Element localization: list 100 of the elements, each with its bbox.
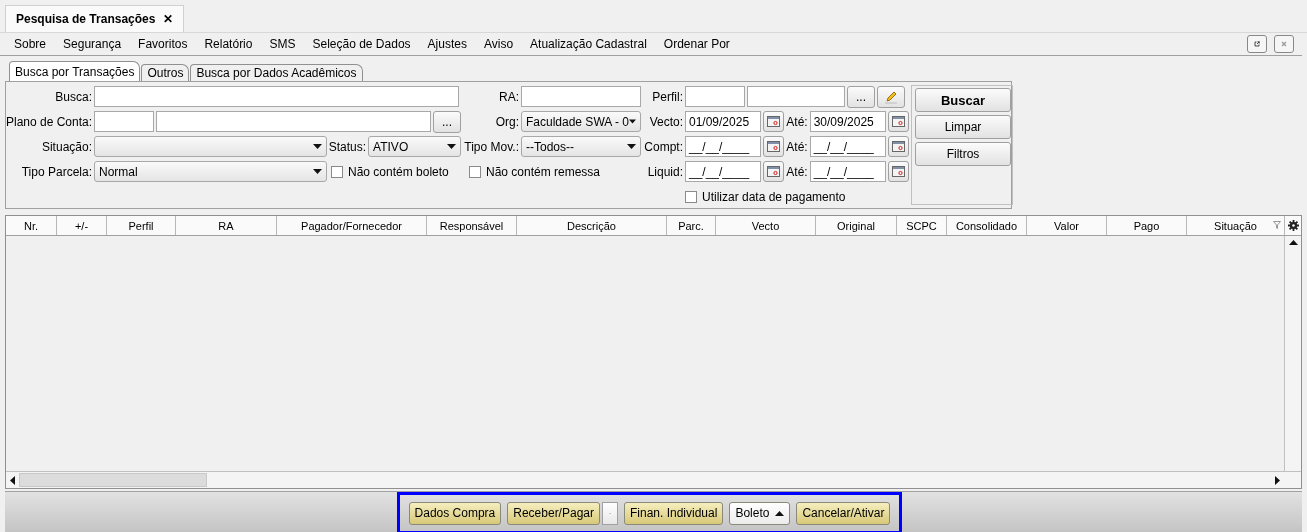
column-header[interactable]: SCPC (897, 216, 947, 235)
calendar-button[interactable] (763, 111, 785, 132)
tab[interactable]: Busca por Dados Acadêmicos (190, 64, 363, 81)
column-header[interactable]: Vecto (716, 216, 816, 235)
dropdown[interactable]: ATIVO (368, 136, 461, 157)
column-header[interactable]: Responsável (427, 216, 517, 235)
field-label: Compt: (643, 139, 684, 154)
checkbox[interactable] (685, 190, 697, 203)
menu-item[interactable]: Ordenar Por (663, 37, 730, 51)
column-header[interactable]: Parc. (667, 216, 716, 235)
field-label: Perfil: (651, 89, 684, 104)
action-button[interactable]: Finan. Individual (624, 501, 724, 525)
calendar-icon (892, 141, 906, 152)
menu-item[interactable]: Relatório (204, 37, 253, 51)
dropdown[interactable]: Faculdade SWA - 0 (521, 111, 641, 132)
action-button[interactable]: Buscar (915, 88, 1011, 112)
calendar-button[interactable] (763, 161, 785, 182)
dropdown-button[interactable] (602, 501, 618, 525)
field-label: Plano de Conta: (6, 114, 94, 129)
dropdown[interactable]: --Todos-- (521, 136, 641, 157)
checkbox[interactable] (331, 165, 343, 178)
calendar-icon (767, 141, 781, 152)
column-header[interactable]: Situação (1187, 216, 1285, 235)
scroll-left-icon[interactable] (10, 475, 15, 485)
action-button[interactable]: Limpar (915, 115, 1011, 139)
field-label: Vecto: (648, 114, 684, 129)
dropdown[interactable] (94, 136, 327, 157)
action-button[interactable]: Cancelar/Ativar (796, 501, 891, 525)
calendar-button[interactable] (888, 136, 909, 157)
filter-icon[interactable] (1273, 221, 1281, 229)
text-field[interactable] (94, 86, 459, 107)
field-label: Até: (786, 114, 808, 129)
menu-item[interactable]: Favoritos (138, 37, 188, 51)
text-field[interactable] (156, 111, 431, 132)
caret-icon (447, 144, 456, 149)
scroll-right-icon[interactable] (1275, 475, 1280, 485)
field-label: Tipo Mov.: (463, 139, 520, 154)
text-field[interactable] (94, 111, 154, 132)
action-button[interactable]: Filtros (915, 142, 1011, 166)
field-label: RA: (498, 89, 520, 104)
column-header[interactable]: Pagador/Fornecedor (277, 216, 427, 235)
window-tab[interactable]: Pesquisa de Transações ✕ (5, 5, 185, 32)
column-header[interactable]: Pago (1107, 216, 1187, 235)
edit-button[interactable] (877, 85, 905, 108)
action-button[interactable]: Receber/Pagar (507, 501, 600, 525)
menu-item[interactable]: Segurança (63, 37, 122, 51)
field-label: Tipo Parcela: (20, 164, 93, 179)
column-header[interactable]: Original (816, 216, 897, 235)
field-label: Até: (786, 164, 808, 179)
caret-icon (628, 119, 636, 124)
column-header[interactable]: RA (176, 216, 277, 235)
column-header[interactable]: Valor (1027, 216, 1107, 235)
text-field[interactable] (685, 86, 745, 107)
tab[interactable]: Outros (141, 64, 190, 81)
calendar-icon (767, 166, 781, 177)
checkbox[interactable] (469, 165, 481, 178)
close-icon[interactable]: ✕ (163, 12, 174, 26)
text-field[interactable] (747, 86, 845, 107)
field-label: Org: (494, 114, 520, 129)
menu-item[interactable]: Seleção de Dados (312, 37, 411, 51)
field-label: Status: (328, 139, 367, 154)
external-link-button[interactable] (1247, 35, 1267, 53)
caret-icon (312, 144, 322, 149)
action-button[interactable]: Dados Compra (408, 501, 502, 525)
menu-item[interactable]: Atualização Cadastral (530, 37, 647, 51)
horizontal-scrollbar[interactable] (6, 471, 1301, 488)
field-label: Busca: (54, 89, 93, 104)
calendar-button[interactable] (763, 136, 785, 157)
menu-item[interactable]: SMS (269, 37, 296, 51)
dropdown[interactable]: Normal (94, 161, 327, 182)
calendar-button[interactable] (888, 161, 909, 182)
column-header[interactable]: Nr. (6, 216, 57, 235)
tab[interactable]: Busca por Transações (9, 61, 141, 81)
text-field[interactable]: 30/09/2025 (809, 111, 887, 132)
menu-item[interactable]: Aviso (483, 37, 514, 51)
close-button[interactable] (1274, 35, 1294, 53)
calendar-icon (892, 116, 906, 127)
column-header[interactable]: +/- (57, 216, 107, 235)
text-field[interactable]: __/__/____ (809, 136, 887, 157)
text-field[interactable]: __/__/____ (809, 161, 887, 182)
field-label: Até: (786, 139, 808, 154)
text-field[interactable]: __/__/____ (685, 136, 762, 157)
menu-item[interactable]: Sobre (14, 37, 47, 51)
settings-icon[interactable] (1287, 220, 1299, 231)
text-field[interactable] (521, 86, 641, 107)
menu-button[interactable]: Boleto (729, 501, 791, 525)
calendar-icon (892, 166, 906, 177)
scroll-up-icon[interactable] (1288, 240, 1298, 245)
text-field[interactable]: __/__/____ (685, 161, 762, 182)
column-header[interactable]: Consolidado (947, 216, 1027, 235)
browse-button[interactable]: ... (847, 85, 875, 108)
checkbox-label: Não contém remessa (486, 164, 601, 179)
calendar-button[interactable] (888, 111, 909, 132)
column-header[interactable]: Perfil (107, 216, 176, 235)
browse-button[interactable]: ... (433, 110, 461, 133)
caret-icon (627, 144, 636, 149)
text-field[interactable]: 01/09/2025 (685, 111, 762, 132)
menu-item[interactable]: Ajustes (427, 37, 467, 51)
column-header[interactable]: Descrição (517, 216, 667, 235)
vertical-scrollbar[interactable] (1284, 236, 1301, 471)
